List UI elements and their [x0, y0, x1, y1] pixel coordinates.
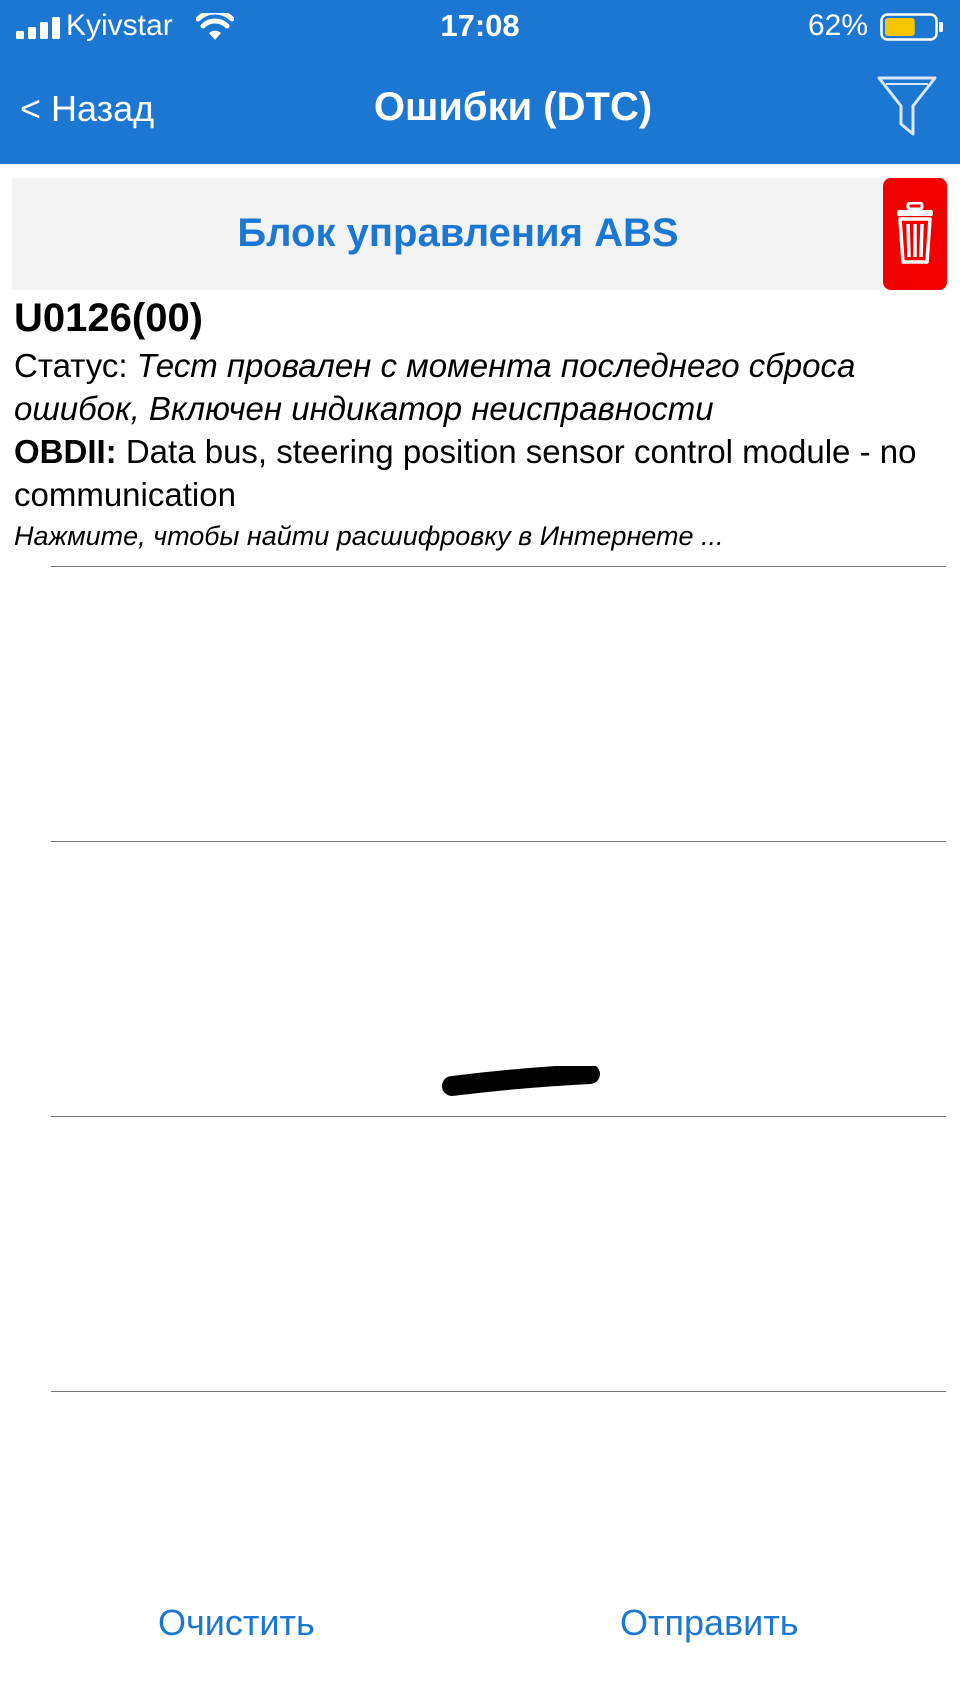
redaction-mark: [442, 1066, 600, 1096]
dtc-status-label: Статус:: [14, 347, 128, 384]
divider: [51, 841, 946, 842]
online-lookup-link[interactable]: Нажмите, чтобы найти расшифровку в Интер…: [14, 516, 944, 556]
control-module-header[interactable]: Блок управления ABS: [12, 178, 948, 290]
divider: [51, 1391, 946, 1392]
dtc-entry[interactable]: U0126(00) Статус: Тест провален с момент…: [14, 294, 944, 556]
dtc-obd-label: OBDII:: [14, 433, 117, 470]
trash-icon: [897, 202, 933, 264]
page-title: Ошибки (DTC): [373, 85, 653, 129]
clear-button[interactable]: Очистить: [158, 1597, 315, 1649]
status-bar: Kyivstar 17:08 62%: [0, 0, 960, 54]
dtc-code: U0126(00): [14, 296, 204, 340]
delete-button[interactable]: [883, 178, 947, 290]
dtc-status: Статус: Тест провален с момента последне…: [14, 344, 944, 430]
dtc-obd-description: OBDII: Data bus, steering position senso…: [14, 430, 944, 516]
app-header: Kyivstar 17:08 62% < Назад Ошибки (DTC): [0, 0, 960, 164]
battery-fill: [885, 18, 915, 36]
module-title: Блок управления ABS: [237, 211, 679, 255]
dtc-obd-value: Data bus, steering position sensor contr…: [14, 433, 917, 513]
send-button[interactable]: Отправить: [620, 1597, 799, 1649]
divider: [51, 1116, 946, 1117]
navigation-bar: < Назад Ошибки (DTC): [0, 60, 960, 160]
battery-icon: [880, 13, 943, 41]
divider: [51, 566, 946, 567]
battery-percentage: 62%: [807, 9, 868, 42]
filter-icon[interactable]: [876, 74, 938, 140]
dtc-status-value: Тест провален с момента последнего сброс…: [14, 347, 856, 427]
